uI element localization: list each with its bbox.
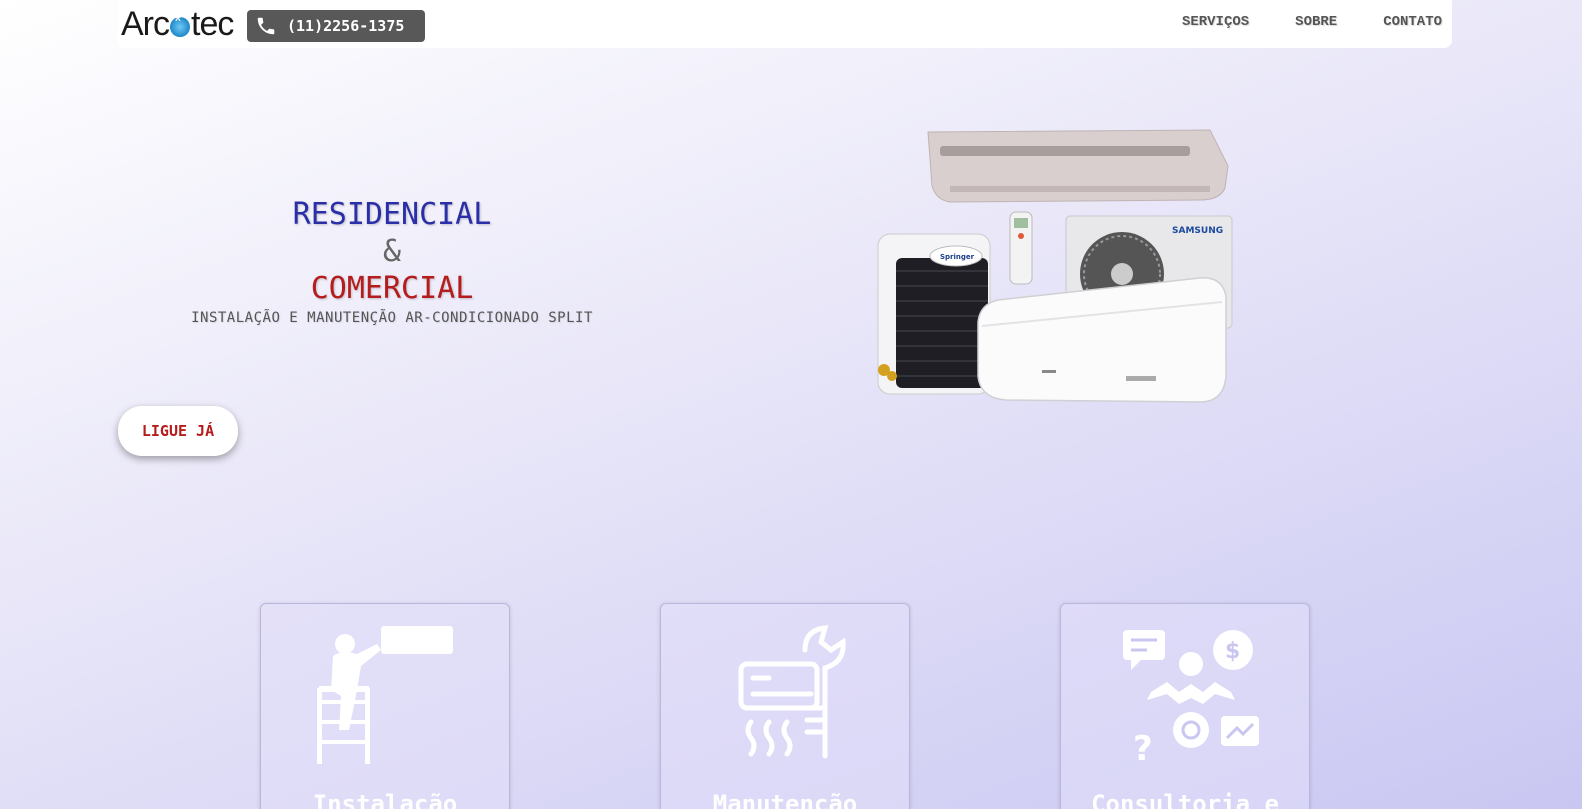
main-nav: SERVIÇOS SOBRE CONTATO (1182, 14, 1442, 30)
hero-headline: RESIDENCIAL & COMERCIAL INSTALAÇÃO E MAN… (118, 196, 666, 326)
headline-residencial: RESIDENCIAL (292, 197, 492, 232)
brand-logo[interactable]: Arc tec (121, 4, 234, 44)
hero-subtitle: INSTALAÇÃO E MANUTENÇÃO AR-CONDICIONADO … (191, 310, 593, 326)
service-title-consultoria: Consultoria e (1091, 790, 1279, 809)
service-title-manutencao: Manutenção (712, 790, 858, 809)
logo-text-part2: tec (191, 4, 234, 43)
logo-text-part1: Arc (121, 4, 170, 43)
springer-label: Springer (940, 253, 975, 261)
headline-comercial: COMERCIAL (310, 271, 474, 306)
service-card-manutencao[interactable]: Manutenção (660, 603, 910, 809)
svg-text:?: ? (1133, 729, 1153, 765)
installer-ladder-icon (317, 626, 453, 764)
phone-icon (257, 17, 275, 35)
samsung-label: SAMSUNG (1172, 226, 1223, 236)
phone-badge[interactable]: (11)2256-1375 (247, 10, 425, 42)
snowflake-icon (170, 11, 190, 37)
ac-wrench-icon (738, 625, 846, 759)
svg-text:$: $ (1225, 639, 1240, 664)
nav-servicos[interactable]: SERVIÇOS (1182, 14, 1249, 30)
service-card-consultoria[interactable]: ? $ Consultoria e (1060, 603, 1310, 809)
headline-ampersand: & (382, 234, 402, 269)
consultant-icon: ? $ (1123, 630, 1259, 765)
top-navbar: Arc tec (11)2256-1375 SERVIÇOS SOBRE CON… (118, 0, 1452, 48)
phone-number: (11)2256-1375 (287, 17, 405, 35)
air-conditioners-image: SAMSUNG Springer (877, 129, 1233, 403)
service-title-instalacao: Instalação (312, 790, 458, 809)
nav-contato[interactable]: CONTATO (1383, 14, 1442, 30)
nav-sobre[interactable]: SOBRE (1295, 14, 1337, 30)
call-now-button[interactable]: LIGUE JÁ (118, 406, 238, 456)
service-card-instalacao[interactable]: Instalação (260, 603, 510, 809)
